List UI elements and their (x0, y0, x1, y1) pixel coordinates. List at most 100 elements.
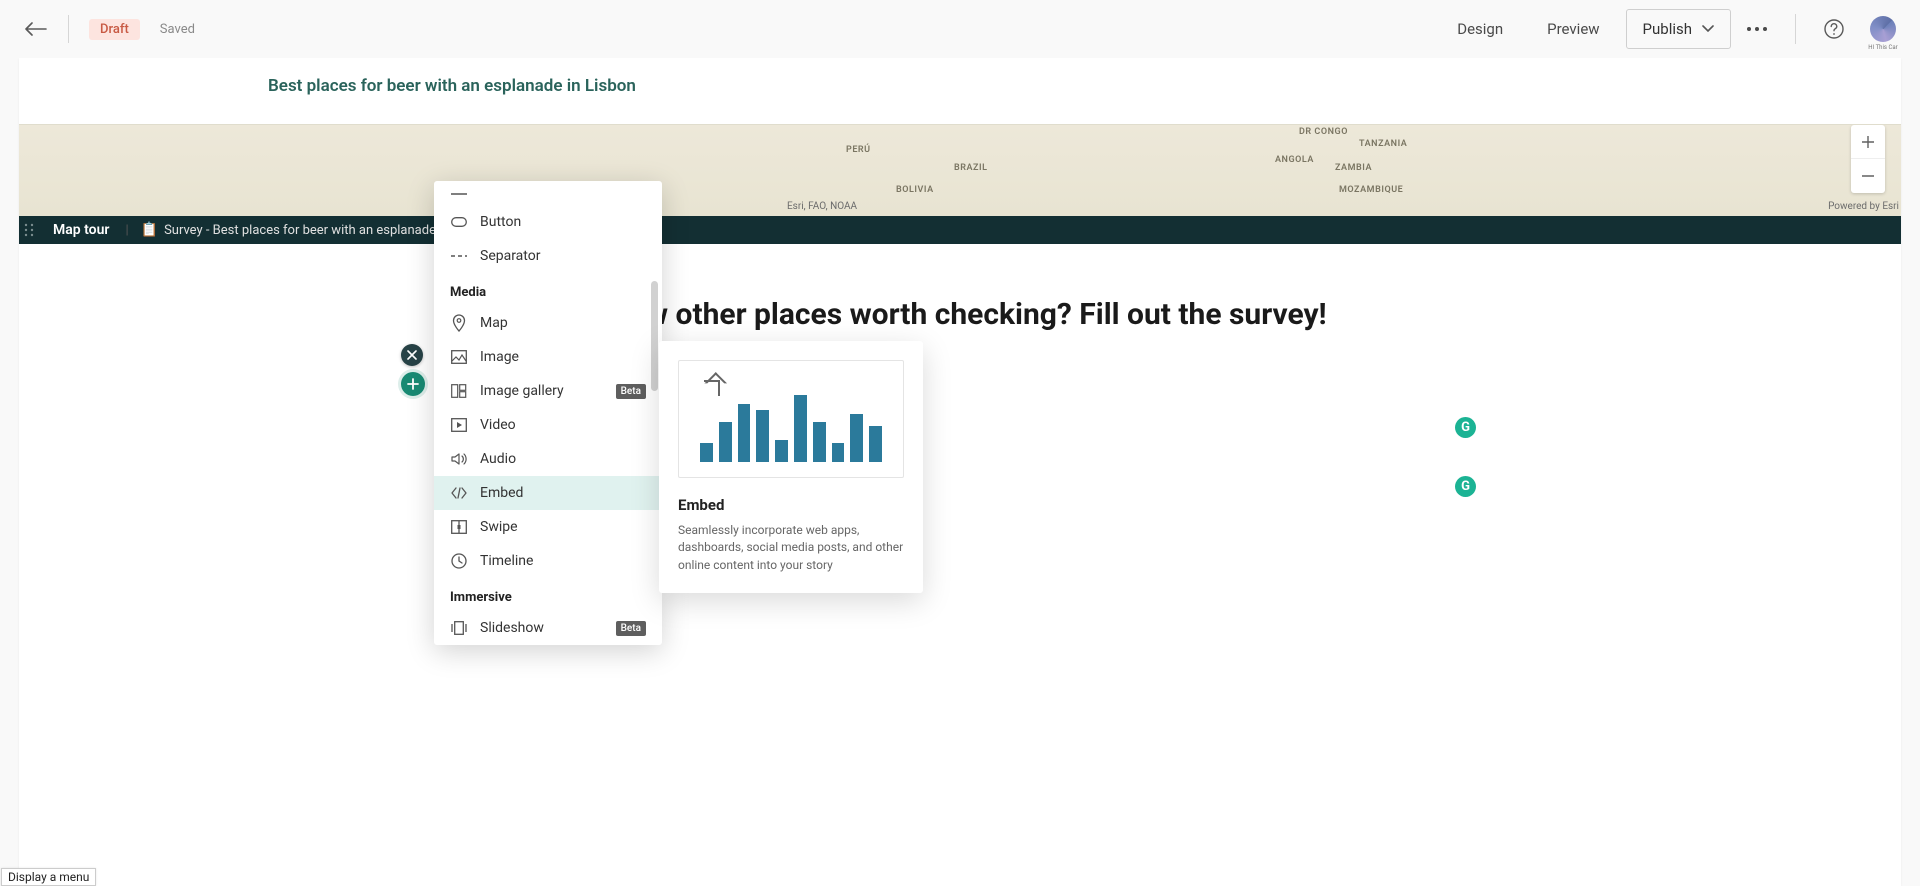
drag-handle[interactable] (19, 216, 39, 244)
toolbar-left-group: Draft Saved (24, 15, 195, 43)
block-picker: Button Separator Media Map Image Image g… (434, 181, 662, 645)
video-icon (450, 416, 468, 434)
chart-bar (832, 443, 845, 462)
picker-item-audio[interactable]: Audio (434, 442, 662, 476)
picker-item-label: Timeline (480, 553, 533, 569)
story-title[interactable]: Best places for beer with an esplanade i… (268, 76, 1901, 96)
scrollbar-thumb[interactable] (651, 281, 658, 391)
plus-icon (1861, 135, 1875, 149)
design-button[interactable]: Design (1439, 10, 1521, 48)
map-label: Mozambique (1339, 185, 1403, 195)
avatar[interactable] (1870, 16, 1896, 42)
map-label: Bolivia (896, 185, 934, 195)
embed-preview-title: Embed (678, 496, 904, 514)
picker-item-swipe[interactable]: Swipe (434, 510, 662, 544)
button-icon (450, 213, 468, 231)
arrow-left-icon (25, 21, 47, 37)
toolbar-right-group: Design Preview Publish (1439, 9, 1896, 49)
pin-icon (450, 314, 468, 332)
plus-icon (407, 378, 419, 390)
chart-bar (738, 404, 751, 462)
code-icon (450, 484, 468, 502)
saved-status: Saved (160, 22, 195, 37)
publish-label: Publish (1643, 20, 1692, 38)
add-block-button[interactable] (401, 372, 425, 396)
embed-thumbnail (678, 360, 904, 478)
gallery-icon (450, 382, 468, 400)
picker-item-partial[interactable] (434, 191, 662, 205)
top-toolbar: Draft Saved Design Preview Publish (0, 0, 1920, 58)
picker-item-image[interactable]: Image (434, 340, 662, 374)
picker-item-button[interactable]: Button (434, 205, 662, 239)
minus-icon (1861, 169, 1875, 183)
zoom-controls (1851, 125, 1885, 193)
chart-bar (794, 395, 807, 462)
picker-item-image-gallery[interactable]: Image gallery Beta (434, 374, 662, 408)
picker-category-immersive: Immersive (434, 578, 662, 611)
chart-bar (700, 443, 713, 462)
chart-bar (869, 426, 882, 462)
embed-preview-description: Seamlessly incorporate web apps, dashboa… (678, 522, 904, 574)
zoom-in-button[interactable] (1851, 125, 1885, 159)
picker-item-label: Button (480, 214, 521, 230)
more-button[interactable] (1739, 11, 1775, 47)
picker-item-label: Map (480, 315, 508, 331)
picker-item-label: Embed (480, 485, 523, 501)
nav-section-title[interactable]: Map tour (39, 222, 123, 238)
document-canvas: Best places for beer with an esplanade i… (19, 58, 1901, 886)
chevron-down-icon (1702, 25, 1714, 33)
map-region[interactable]: Perú Brazil Bolivia DR Congo Angola Zamb… (19, 124, 1901, 216)
picker-item-label: Video (480, 417, 516, 433)
heading-2[interactable]: Know other places worth checking? Fill o… (19, 294, 1901, 336)
drag-dots-icon (24, 223, 34, 237)
separator-icon (450, 247, 468, 265)
draft-badge: Draft (89, 19, 140, 40)
help-icon (1824, 19, 1844, 39)
embed-preview-card: Embed Seamlessly incorporate web apps, d… (659, 341, 923, 593)
swipe-icon (450, 518, 468, 536)
embed-thumbnail-chart (698, 374, 884, 464)
picker-item-timeline[interactable]: Timeline (434, 544, 662, 578)
ellipsis-icon (1747, 27, 1767, 31)
picker-item-map[interactable]: Map (434, 306, 662, 340)
back-button[interactable] (24, 17, 48, 41)
grammarly-widget[interactable]: G (1455, 417, 1476, 438)
picker-item-embed[interactable]: Embed (434, 476, 662, 510)
picker-item-slideshow[interactable]: Slideshow Beta (434, 611, 662, 645)
close-icon (407, 350, 417, 360)
map-powered-by: Powered by Esri (1828, 201, 1899, 212)
picker-item-label: Swipe (480, 519, 518, 535)
publish-button[interactable]: Publish (1626, 9, 1731, 49)
map-attribution: Esri, FAO, NOAA (787, 201, 857, 212)
map-label: Tanzania (1359, 139, 1407, 149)
story-header: Best places for beer with an esplanade i… (19, 58, 1901, 124)
close-insert-button[interactable] (401, 344, 423, 366)
picker-item-label: Image gallery (480, 383, 564, 399)
map-label: Angola (1275, 155, 1314, 165)
divider (68, 15, 69, 43)
nav-divider: | (125, 223, 128, 238)
picker-item-video[interactable]: Video (434, 408, 662, 442)
picker-item-label: Separator (480, 248, 540, 264)
chart-bar (719, 422, 732, 462)
chart-bar (775, 440, 788, 462)
help-button[interactable] (1816, 11, 1852, 47)
line-icon (450, 191, 468, 203)
divider (1795, 14, 1796, 44)
insert-controls (401, 344, 425, 396)
chart-bar (756, 410, 769, 462)
story-nav-bar[interactable]: Map tour | 📋 Survey - Best places for be… (19, 216, 1901, 244)
picker-item-label: Audio (480, 451, 516, 467)
map-label: Zambia (1335, 163, 1372, 173)
chart-bar (813, 422, 826, 462)
grammarly-widget[interactable]: G (1455, 476, 1476, 497)
preview-button[interactable]: Preview (1529, 10, 1617, 48)
block-picker-scroll[interactable]: Button Separator Media Map Image Image g… (434, 181, 662, 645)
beta-badge: Beta (616, 384, 646, 399)
zoom-out-button[interactable] (1851, 159, 1885, 193)
slideshow-icon (450, 619, 468, 637)
picker-item-separator[interactable]: Separator (434, 239, 662, 273)
chart-bar (850, 414, 863, 462)
audio-icon (450, 450, 468, 468)
image-icon (450, 348, 468, 366)
